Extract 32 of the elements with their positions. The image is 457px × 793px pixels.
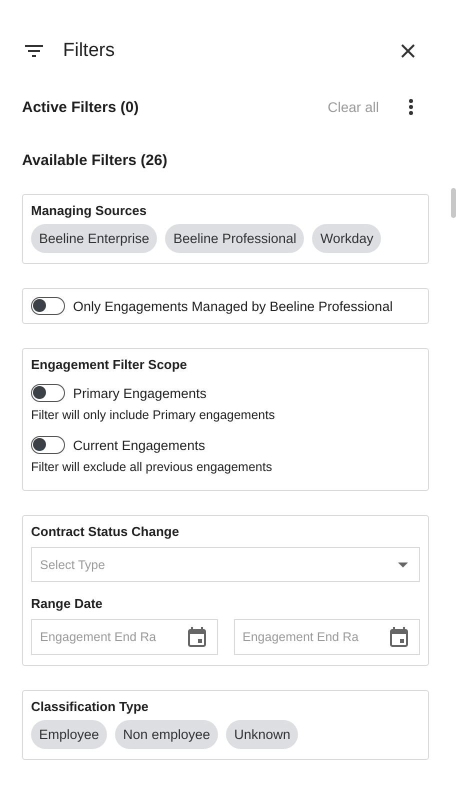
card-title: Managing Sources bbox=[31, 203, 148, 218]
card-title: Classification Type bbox=[31, 699, 150, 714]
card-title: Engagement Filter Scope bbox=[31, 357, 188, 372]
toggle-description: Filter will only include Primary engagements bbox=[31, 408, 276, 422]
toggle-switch[interactable] bbox=[31, 436, 65, 454]
more-options-button[interactable] bbox=[409, 99, 413, 115]
panel-title: Filters bbox=[63, 40, 116, 62]
toggle-switch[interactable] bbox=[31, 297, 65, 315]
select-field[interactable]: Select Type bbox=[31, 547, 420, 582]
toggle-label: Current Engagements bbox=[73, 438, 206, 452]
date-field[interactable]: Engagement End Ra bbox=[234, 619, 420, 655]
filter-chip[interactable]: Unknown bbox=[226, 720, 298, 749]
toggle-label: Only Engagements Managed by Beeline Professional bbox=[73, 298, 393, 314]
date-field[interactable]: Engagement End Ra bbox=[31, 619, 218, 655]
filter-chip[interactable]: Employee bbox=[31, 720, 108, 749]
close-button[interactable] bbox=[401, 44, 415, 58]
filter-chip[interactable]: Beeline Professional bbox=[165, 224, 304, 253]
card-title: Contract Status Change bbox=[31, 524, 180, 539]
filter-chip[interactable]: Beeline Enterprise bbox=[31, 224, 158, 253]
card-title: Range Date bbox=[31, 596, 104, 611]
toggle-label: Primary Engagements bbox=[73, 386, 207, 400]
calendar-icon bbox=[390, 627, 408, 647]
filter-chip[interactable]: Workday bbox=[312, 224, 382, 253]
toggle-switch[interactable] bbox=[31, 384, 65, 402]
section-heading: Active Filters (0) bbox=[22, 98, 140, 116]
section-heading: Available Filters (26) bbox=[22, 152, 168, 168]
calendar-icon bbox=[188, 627, 206, 647]
scrollbar-thumb[interactable] bbox=[451, 188, 456, 218]
filter-icon bbox=[25, 45, 43, 57]
toggle-description: Filter will exclude all previous engagements bbox=[31, 460, 274, 474]
filter-chip[interactable]: Non employee bbox=[115, 720, 218, 749]
dropdown-caret-icon bbox=[398, 562, 408, 567]
